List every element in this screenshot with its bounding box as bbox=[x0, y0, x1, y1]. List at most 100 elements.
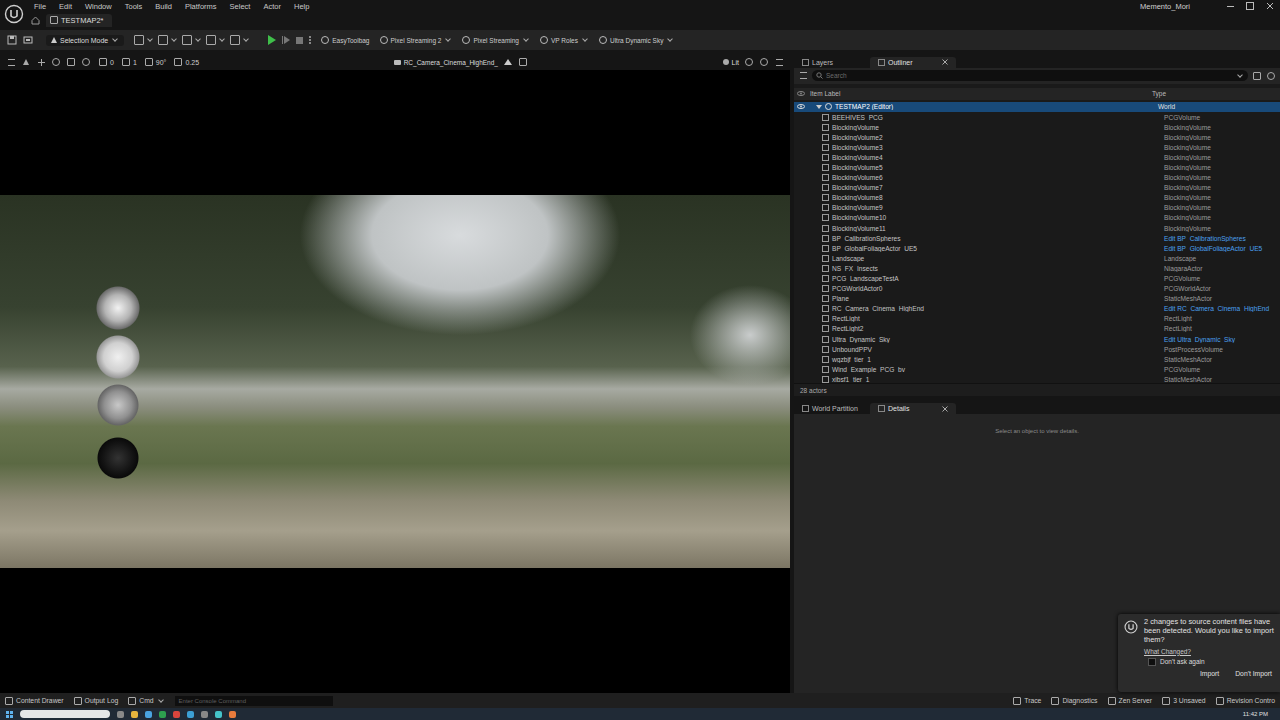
save-icon[interactable] bbox=[4, 35, 20, 45]
outliner-row[interactable]: UnboundPPVPostProcessVolume bbox=[794, 344, 1280, 354]
eye-icon[interactable] bbox=[797, 104, 805, 109]
menu-item[interactable]: Platforms bbox=[185, 2, 217, 11]
outliner-row[interactable]: BP_CalibrationSpheresEdit BP_Calibration… bbox=[794, 233, 1280, 243]
play-icon[interactable] bbox=[268, 35, 276, 45]
taskbar-app-icon[interactable] bbox=[117, 711, 124, 718]
outliner-row[interactable]: BlockingVolume9BlockingVolume bbox=[794, 203, 1280, 213]
column-header[interactable]: Item Label bbox=[808, 90, 1146, 97]
taskbar-app-icon[interactable] bbox=[187, 711, 194, 718]
outliner-row[interactable]: BlockingVolumeBlockingVolume bbox=[794, 122, 1280, 132]
outliner-row[interactable]: BlockingVolume3BlockingVolume bbox=[794, 142, 1280, 152]
status-button[interactable]: Zen Server bbox=[1108, 697, 1153, 705]
panel-tab[interactable]: Outliner bbox=[870, 57, 956, 68]
scale-icon[interactable] bbox=[66, 57, 76, 67]
selection-mode-dropdown[interactable]: Selection Mode bbox=[46, 35, 124, 46]
snap-setting[interactable]: 1 bbox=[122, 58, 137, 66]
layout-icon[interactable] bbox=[518, 57, 528, 67]
camera-dropdown[interactable]: RC_Camera_Cinema_HighEnd_ bbox=[394, 59, 498, 66]
snap-setting[interactable]: 0 bbox=[99, 58, 114, 66]
plugin-button[interactable]: Pixel Streaming 2 bbox=[380, 36, 453, 44]
outliner-row[interactable]: PCG_LandscapeTestAPCGVolume bbox=[794, 273, 1280, 283]
outliner-row[interactable]: RC_Camera_Cinema_HighEnd_Edit RC_Camera_… bbox=[794, 304, 1280, 314]
dont-ask-checkbox[interactable]: Don't ask again bbox=[1148, 658, 1274, 666]
home-icon[interactable] bbox=[28, 16, 42, 25]
checkbox-icon[interactable] bbox=[1148, 658, 1156, 666]
minimize-icon[interactable] bbox=[1220, 0, 1240, 12]
cmd-dropdown[interactable]: Cmd bbox=[128, 697, 164, 705]
grid-icon[interactable] bbox=[774, 57, 784, 67]
toolbar-menu-button[interactable] bbox=[230, 35, 250, 45]
outliner-row[interactable]: LandscapeLandscape bbox=[794, 253, 1280, 263]
taskbar-app-icon[interactable] bbox=[201, 711, 208, 718]
filter-icon[interactable] bbox=[798, 72, 808, 79]
outliner-row[interactable]: BlockingVolume5BlockingVolume bbox=[794, 162, 1280, 172]
what-changed-link[interactable]: What Changed? bbox=[1144, 648, 1274, 655]
console-input[interactable]: Enter Console Command bbox=[175, 696, 333, 706]
world-icon[interactable] bbox=[81, 57, 91, 67]
settings-icon[interactable] bbox=[1266, 72, 1276, 80]
notification-button[interactable]: Don't Import bbox=[1233, 669, 1274, 678]
close-icon[interactable] bbox=[936, 59, 948, 65]
outliner-row[interactable]: xibsf1_tier_1StaticMeshActor bbox=[794, 374, 1280, 383]
toolbar-menu-button[interactable] bbox=[134, 35, 154, 45]
taskbar-app-icon[interactable] bbox=[159, 711, 166, 718]
status-button[interactable]: 3 Unsaved bbox=[1162, 697, 1206, 705]
plugin-button[interactable]: Ultra Dynamic Sky bbox=[599, 36, 674, 44]
select-icon[interactable] bbox=[21, 57, 31, 67]
outliner-row[interactable]: BlockingVolume6BlockingVolume bbox=[794, 173, 1280, 183]
unreal-logo-icon[interactable] bbox=[0, 0, 28, 28]
taskbar-app-icon[interactable] bbox=[215, 711, 222, 718]
show-icon[interactable] bbox=[744, 57, 754, 67]
stop-icon[interactable] bbox=[296, 37, 303, 44]
close-icon[interactable] bbox=[936, 406, 948, 412]
status-button[interactable]: Diagnostics bbox=[1051, 697, 1097, 705]
outliner-row[interactable]: BlockingVolume7BlockingVolume bbox=[794, 183, 1280, 193]
level-tab[interactable]: TESTMAP2* bbox=[46, 14, 112, 27]
outliner-row[interactable]: BlockingVolume2BlockingVolume bbox=[794, 132, 1280, 142]
plugin-button[interactable]: VP Roles bbox=[540, 36, 589, 44]
taskbar-app-icon[interactable] bbox=[173, 711, 180, 718]
panel-tab[interactable]: Details bbox=[870, 403, 956, 414]
outliner-row[interactable]: RectLightRectLight bbox=[794, 314, 1280, 324]
outliner-row[interactable]: BEEHIVES_PCGPCGVolume bbox=[794, 112, 1280, 122]
outliner-row[interactable]: RectLight2RectLight bbox=[794, 324, 1280, 334]
taskbar-app-icon[interactable] bbox=[229, 711, 236, 718]
outliner-row[interactable]: BlockingVolume4BlockingVolume bbox=[794, 152, 1280, 162]
taskbar-search[interactable] bbox=[20, 710, 110, 718]
status-button[interactable]: Trace bbox=[1013, 697, 1041, 705]
plugin-button[interactable]: Pixel Streaming bbox=[462, 36, 530, 44]
close-icon[interactable] bbox=[1260, 0, 1280, 12]
step-icon[interactable] bbox=[282, 36, 290, 44]
add-icon[interactable] bbox=[1252, 72, 1262, 80]
status-button[interactable]: Content Drawer bbox=[5, 697, 64, 705]
outliner-row[interactable]: Wind_Example_PCG_bvPCGVolume bbox=[794, 364, 1280, 374]
viewport-scene[interactable] bbox=[0, 195, 790, 568]
column-header[interactable]: Type bbox=[1146, 90, 1280, 97]
menu-item[interactable]: Select bbox=[230, 2, 251, 11]
outliner-row[interactable]: PCGWorldActor0PCGWorldActor bbox=[794, 284, 1280, 294]
toolbar-menu-button[interactable] bbox=[158, 35, 178, 45]
windows-start-icon[interactable] bbox=[6, 711, 13, 718]
search-field[interactable]: Search bbox=[812, 70, 1248, 81]
taskbar-app-icon[interactable] bbox=[145, 711, 152, 718]
settings-icon[interactable] bbox=[759, 57, 769, 67]
menu-item[interactable]: Tools bbox=[125, 2, 143, 11]
toolbar-menu-button[interactable] bbox=[182, 35, 202, 45]
maximize-icon[interactable] bbox=[1240, 0, 1260, 12]
outliner-row[interactable]: BP_GlobalFoliageActor_UE5Edit BP_GlobalF… bbox=[794, 243, 1280, 253]
viewport[interactable] bbox=[0, 70, 790, 693]
toolbar-menu-button[interactable] bbox=[206, 35, 226, 45]
more-icon[interactable] bbox=[309, 36, 311, 44]
browse-icon[interactable] bbox=[20, 35, 36, 45]
panel-tab[interactable]: World Partition bbox=[794, 403, 870, 414]
menu-item[interactable]: Edit bbox=[59, 2, 72, 11]
notification-button[interactable]: Import bbox=[1198, 669, 1221, 678]
snap-setting[interactable]: 90° bbox=[145, 58, 167, 66]
menu-item[interactable]: File bbox=[34, 2, 46, 11]
pilot-icon[interactable] bbox=[503, 57, 513, 67]
move-icon[interactable] bbox=[36, 57, 46, 67]
menu-item[interactable]: Help bbox=[294, 2, 309, 11]
expand-arrow-icon[interactable] bbox=[816, 105, 822, 109]
outliner-row[interactable]: wgzbjf_tier_1StaticMeshActor bbox=[794, 354, 1280, 364]
outliner-row[interactable]: PlaneStaticMeshActor bbox=[794, 294, 1280, 304]
